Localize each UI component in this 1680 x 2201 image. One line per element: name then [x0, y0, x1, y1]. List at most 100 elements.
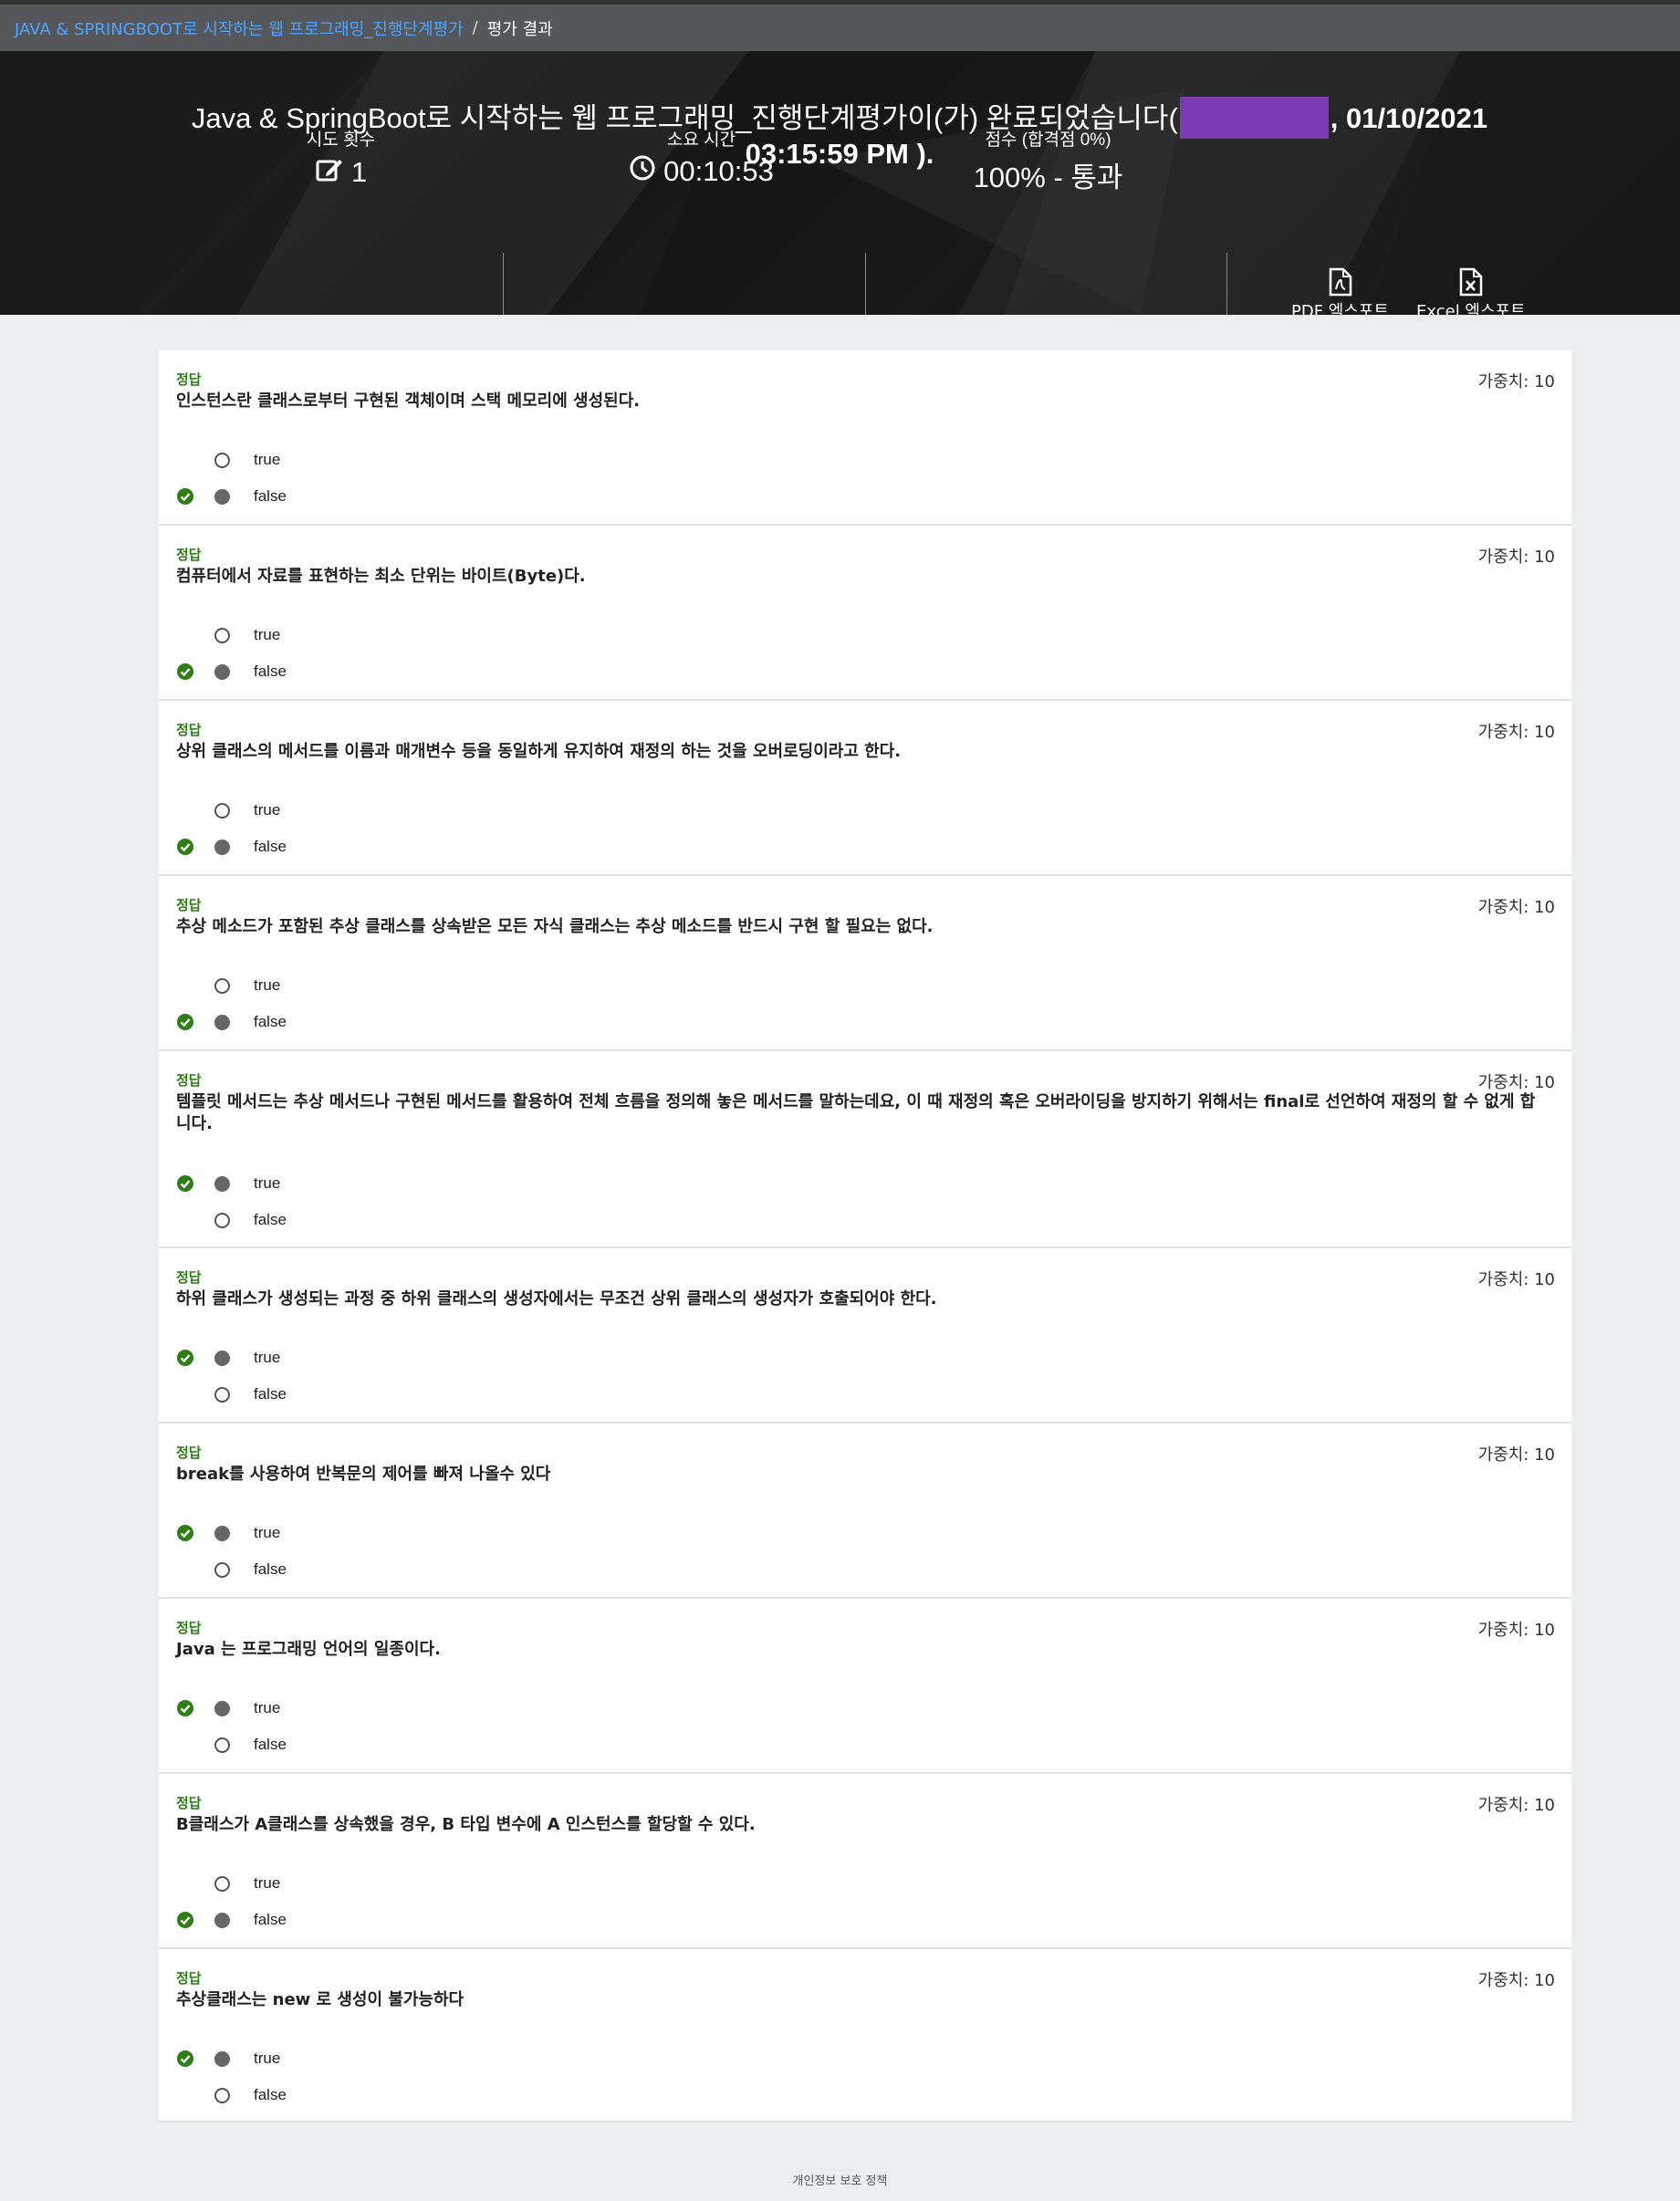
option-label: true [254, 1874, 281, 1892]
score-stat: 점수 (합격점 0%) 100% - 통과 [867, 51, 1229, 193]
answer-options: true false [176, 442, 1554, 515]
question-text: 인스턴스란 클래스로부터 구현된 객체이며 스택 메모리에 생성된다. [176, 391, 641, 411]
option-label: false [254, 838, 287, 855]
time-value: 00:10:53 [663, 155, 774, 187]
answer-option: true [176, 442, 1554, 478]
question-text: Java 는 프로그래밍 언어의 일종이다. [176, 1640, 441, 1659]
privacy-policy-link[interactable]: 개인정보 보호 정책 [0, 2171, 1680, 2188]
answer-options: true false [176, 1165, 1554, 1238]
answer-option: true [176, 1690, 1554, 1726]
question-card: 정답 가중치: 10 인스턴스란 클래스로부터 구현된 객체이며 스택 메모리에 생… [159, 350, 1571, 526]
answer-option: true [176, 792, 1554, 829]
time-label: 소요 시간 [666, 130, 736, 150]
answer-options: true false [176, 617, 1554, 690]
answer-option: true [176, 617, 1554, 653]
option-label: true [254, 1699, 281, 1716]
answer-option: true [176, 1165, 1554, 1202]
export-actions: PDF 엑스포트 Excel 엑스포트 [1291, 267, 1526, 315]
pdf-export-label: PDF 엑스포트 [1291, 302, 1390, 315]
option-label: true [254, 626, 281, 643]
option-label: true [254, 1349, 281, 1366]
check-circle-icon [176, 1349, 214, 1367]
answer-options: true false [176, 1340, 1554, 1413]
answer-option: false [176, 653, 1554, 690]
radio-selected [214, 1175, 230, 1192]
check-circle-icon [176, 1911, 214, 1929]
radio-unselected [214, 1212, 230, 1228]
radio-selected [214, 1912, 230, 1928]
stat-divider [865, 253, 866, 315]
correct-label: 정답 [176, 722, 202, 738]
answer-options: true false [176, 792, 1554, 865]
stat-divider [503, 253, 504, 315]
correct-label: 정답 [176, 1445, 202, 1461]
excel-export-button[interactable]: Excel 엑스포트 [1416, 267, 1526, 315]
answer-option: false [176, 1376, 1554, 1413]
answer-option: false [176, 478, 1554, 515]
question-weight: 가중치: 10 [1477, 1621, 1555, 1640]
title-date: , 01/10/2021 [1330, 102, 1488, 135]
answer-options: true false [176, 1690, 1554, 1763]
radio-unselected [214, 802, 230, 819]
option-label: true [254, 451, 281, 468]
question-text: 하위 클래스가 생성되는 과정 중 하위 클래스의 생성자에서는 무조건 상위 … [176, 1289, 937, 1309]
question-weight: 가중치: 10 [1477, 1445, 1555, 1465]
correct-label: 정답 [176, 897, 202, 913]
question-text: 컴퓨터에서 자료를 표현하는 최소 단위는 바이트(Byte)다. [176, 567, 586, 586]
answer-option: true [176, 1340, 1554, 1376]
result-header: Java & SpringBoot로 시작하는 웹 프로그래밍_진행단계평가이(… [0, 51, 1680, 315]
radio-selected [214, 1700, 230, 1716]
question-card: 정답 가중치: 10 Java 는 프로그래밍 언어의 일종이다. true false [159, 1599, 1571, 1774]
answer-option: false [176, 1726, 1554, 1763]
option-label: false [254, 1736, 287, 1753]
check-circle-icon [176, 1174, 214, 1193]
answer-option: false [176, 1004, 1554, 1040]
radio-selected [214, 663, 230, 680]
question-weight: 가중치: 10 [1477, 723, 1555, 742]
answer-options: true false [176, 967, 1554, 1040]
option-label: false [254, 1211, 287, 1228]
correct-label: 정답 [176, 1970, 202, 1987]
option-label: false [254, 662, 287, 680]
correct-label: 정답 [176, 1072, 202, 1089]
option-label: true [254, 2050, 281, 2067]
radio-unselected [214, 1737, 230, 1753]
pdf-export-button[interactable]: PDF 엑스포트 [1291, 267, 1389, 315]
time-stat: 소요 시간 00:10:53 [520, 51, 882, 187]
question-card: 정답 가중치: 10 하위 클래스가 생성되는 과정 중 하위 클래스의 생성자에서… [159, 1248, 1571, 1424]
answer-option: false [176, 1551, 1554, 1588]
question-text: 템플릿 메서드는 추상 메서드나 구현된 메서드를 활용하여 전체 흐름을 정의… [176, 1092, 1536, 1133]
score-label: 점수 (합격점 0%) [985, 130, 1111, 150]
question-text: break를 사용하여 반복문의 제어를 빠져 나올수 있다 [176, 1465, 551, 1484]
radio-unselected [214, 1875, 230, 1892]
score-value: 100% - 통과 [973, 162, 1123, 193]
breadcrumb-course-link[interactable]: JAVA & SPRINGBOOT로 시작하는 웹 프로그래밍_진행단계평가 [15, 16, 464, 40]
answer-options: true false [176, 1515, 1554, 1588]
question-weight: 가중치: 10 [1477, 1270, 1555, 1289]
option-label: false [254, 1560, 287, 1578]
radio-unselected [214, 2087, 230, 2103]
radio-selected [214, 488, 230, 505]
question-weight: 가중치: 10 [1477, 372, 1555, 391]
clock-icon [629, 154, 656, 189]
radio-selected [214, 1525, 230, 1541]
radio-selected [214, 839, 230, 855]
radio-selected [214, 1350, 230, 1366]
question-weight: 가중치: 10 [1477, 1796, 1555, 1815]
check-circle-icon [176, 1013, 214, 1031]
answer-option: true [176, 967, 1554, 1004]
answer-option: false [176, 829, 1554, 865]
radio-unselected [214, 977, 230, 994]
answer-option: false [176, 1902, 1554, 1938]
attempts-stat: 시도 횟수 1 [160, 51, 522, 188]
question-text: 추상클래스는 new 로 생성이 불가능하다 [176, 1990, 464, 2009]
question-card: 정답 가중치: 10 템플릿 메서드는 추상 메서드나 구현된 메서드를 활용하여 … [159, 1051, 1571, 1248]
question-weight: 가중치: 10 [1477, 1073, 1555, 1092]
breadcrumb-separator: / [472, 18, 478, 37]
answer-option: false [176, 1202, 1554, 1238]
answer-options: true false [176, 2040, 1554, 2113]
answer-option: true [176, 2040, 1554, 2077]
check-circle-icon [176, 1699, 214, 1717]
pdf-file-icon [1329, 267, 1351, 297]
question-text: B클래스가 A클래스를 상속했을 경우, B 타입 변수에 A 인스턴스를 할당… [176, 1815, 756, 1834]
